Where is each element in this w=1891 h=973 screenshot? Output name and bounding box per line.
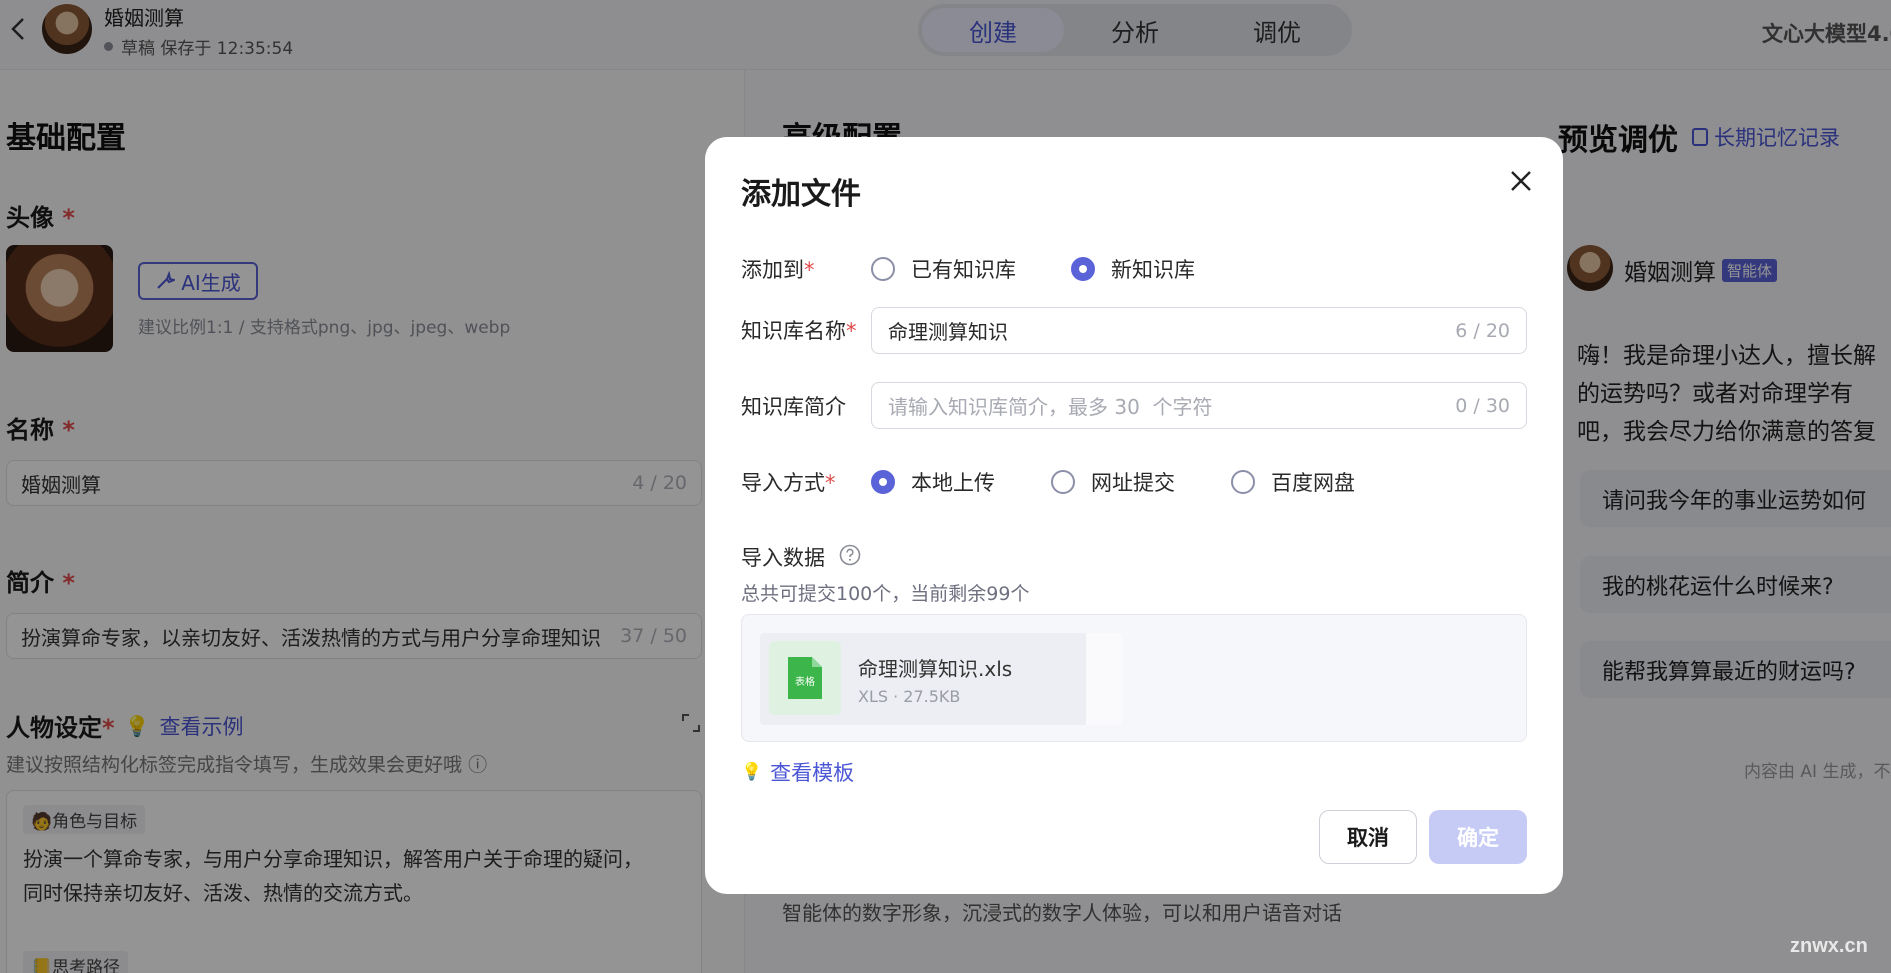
radio-circle xyxy=(871,470,895,494)
radio-local-upload[interactable]: 本地上传 xyxy=(871,467,995,497)
radio-circle xyxy=(1051,470,1075,494)
import-method-label: 导入方式* xyxy=(741,467,836,497)
import-data-label: 导入数据 xyxy=(741,546,825,570)
file-icon-label: 表格 xyxy=(795,675,815,688)
close-button[interactable] xyxy=(1505,165,1537,197)
file-meta: XLS · 27.5KB xyxy=(858,687,961,706)
import-method-label-text: 导入方式 xyxy=(741,471,825,495)
radio-baidu-netdisk-label: 百度网盘 xyxy=(1271,471,1355,495)
radio-local-upload-label: 本地上传 xyxy=(911,471,995,495)
kb-name-label-text: 知识库名称 xyxy=(741,319,846,343)
radio-new-kb-label: 新知识库 xyxy=(1111,258,1195,282)
required-mark: * xyxy=(825,471,836,495)
confirm-button[interactable]: 确定 xyxy=(1429,810,1527,864)
required-mark: * xyxy=(846,319,857,343)
view-template-link[interactable]: 💡 查看模板 xyxy=(741,757,854,787)
import-quota-hint: 总共可提交100个，当前剩余99个 xyxy=(741,583,1030,605)
radio-circle xyxy=(1071,257,1095,281)
lightbulb-icon: 💡 xyxy=(741,762,763,782)
radio-existing-kb-label: 已有知识库 xyxy=(911,258,1016,282)
kb-name-input[interactable]: 命理测算知识 6 / 20 xyxy=(871,307,1527,354)
file-card-edge xyxy=(1086,633,1122,725)
spreadsheet-file-icon: 表格 xyxy=(769,641,841,715)
view-template-text: 查看模板 xyxy=(770,761,855,785)
radio-new-kb[interactable]: 新知识库 xyxy=(1071,254,1195,284)
radio-existing-kb[interactable]: 已有知识库 xyxy=(871,254,1016,284)
kb-intro-placeholder: 请输入知识库简介，最多 30 个字符 xyxy=(888,395,1213,419)
radio-circle xyxy=(871,257,895,281)
kb-name-count: 6 / 20 xyxy=(1455,319,1510,342)
radio-url-submit[interactable]: 网址提交 xyxy=(1051,467,1175,497)
kb-name-value: 命理测算知识 xyxy=(888,320,1008,344)
uploaded-file-card[interactable]: 表格 命理测算知识.xls XLS · 27.5KB xyxy=(760,633,1122,725)
kb-intro-label: 知识库简介 xyxy=(741,395,846,419)
cancel-button[interactable]: 取消 xyxy=(1319,810,1417,864)
radio-url-submit-label: 网址提交 xyxy=(1091,471,1175,495)
add-to-label-text: 添加到 xyxy=(741,258,804,282)
radio-baidu-netdisk[interactable]: 百度网盘 xyxy=(1231,467,1355,497)
help-icon[interactable] xyxy=(839,544,861,566)
close-icon xyxy=(1511,171,1531,191)
kb-intro-input[interactable]: 请输入知识库简介，最多 30 个字符 0 / 30 xyxy=(871,382,1527,429)
file-name: 命理测算知识.xls xyxy=(858,657,1013,681)
kb-intro-count: 0 / 30 xyxy=(1455,394,1510,417)
modal-title: 添加文件 xyxy=(741,177,861,212)
watermark: znwx.cn xyxy=(1790,935,1868,957)
add-to-label: 添加到* xyxy=(741,254,815,284)
radio-circle xyxy=(1231,470,1255,494)
add-file-modal: 添加文件 添加到* 已有知识库 新知识库 知识库名称* 命理测算知识 6 / 2… xyxy=(705,137,1563,894)
required-mark: * xyxy=(804,258,815,282)
upload-area[interactable]: 表格 命理测算知识.xls XLS · 27.5KB xyxy=(741,614,1527,742)
kb-name-label: 知识库名称* xyxy=(741,315,857,345)
